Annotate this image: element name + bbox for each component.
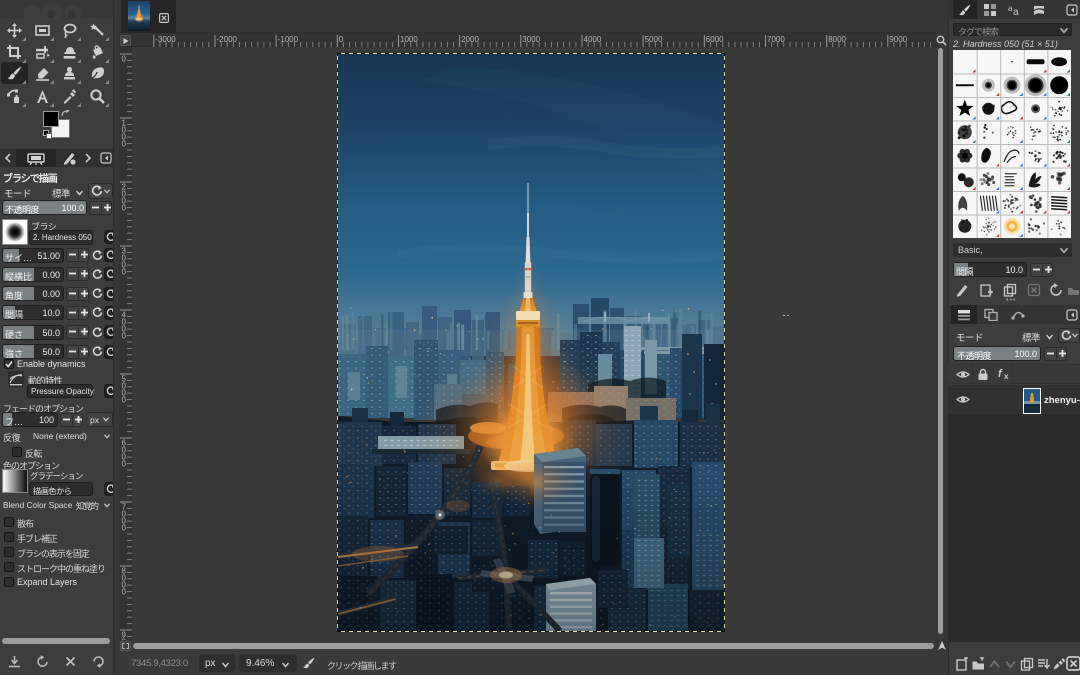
svg-text:3000: 3000 [522, 35, 540, 44]
svg-text:8000: 8000 [828, 35, 846, 44]
svg-text:0: 0 [122, 268, 127, 277]
svg-text:0: 0 [122, 204, 127, 213]
svg-text:9000: 9000 [889, 35, 907, 44]
svg-text:0: 0 [122, 460, 127, 469]
svg-text:0: 0 [122, 140, 127, 149]
svg-text:0: 0 [122, 396, 127, 405]
svg-text:7000: 7000 [767, 35, 785, 44]
svg-text:2000: 2000 [461, 35, 479, 44]
svg-text:6000: 6000 [706, 35, 724, 44]
svg-text:0: 0 [122, 55, 127, 64]
svg-text:0: 0 [122, 588, 127, 597]
svg-text:0: 0 [122, 638, 127, 641]
svg-text:4000: 4000 [584, 35, 602, 44]
svg-text:a: a [1013, 7, 1019, 17]
svg-text:5000: 5000 [645, 35, 663, 44]
svg-text:0: 0 [122, 332, 127, 341]
svg-text:0: 0 [122, 524, 127, 533]
svg-text:1000: 1000 [400, 35, 418, 44]
